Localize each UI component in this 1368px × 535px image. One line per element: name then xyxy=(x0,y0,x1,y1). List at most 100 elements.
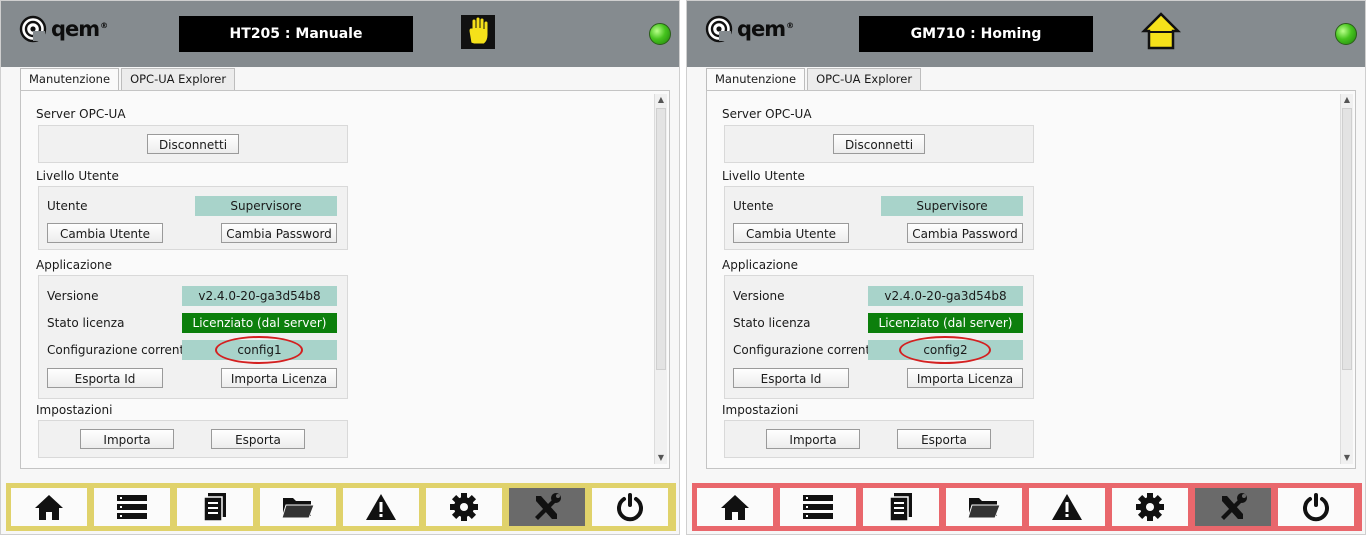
header-bar: qem® GM710 : Homing xyxy=(687,1,1365,67)
section-application: Applicazione xyxy=(722,258,799,272)
export-button[interactable]: Esporta xyxy=(211,429,305,449)
license-label: Stato licenza xyxy=(733,316,811,330)
hmi-panel-right: qem® GM710 : Homing Manutenzione OPC-UA … xyxy=(686,0,1366,535)
disconnect-button[interactable]: Disconnetti xyxy=(833,134,925,154)
status-led xyxy=(649,23,671,45)
documents-icon xyxy=(203,493,226,522)
change-user-button[interactable]: Cambia Utente xyxy=(47,223,163,243)
bottom-nav-bar xyxy=(6,483,676,531)
qem-logo-mark-icon xyxy=(705,15,733,43)
list-icon xyxy=(803,495,833,519)
warning-icon xyxy=(1052,494,1082,520)
hand-icon xyxy=(461,15,495,49)
scroll-thumb[interactable] xyxy=(656,108,666,370)
scroll-thumb[interactable] xyxy=(1342,108,1352,370)
config-value: config1 xyxy=(182,340,337,360)
license-status-value: Licenziato (dal server) xyxy=(868,313,1023,333)
folder-icon xyxy=(967,498,1001,519)
qem-logo: qem® xyxy=(705,15,794,43)
bottom-nav-bar xyxy=(692,483,1362,531)
nav-tools-button[interactable] xyxy=(509,488,585,526)
nav-list-button[interactable] xyxy=(780,488,856,526)
folder-icon xyxy=(281,498,315,519)
export-id-button[interactable]: Esporta Id xyxy=(47,368,163,388)
home-outline-icon xyxy=(1141,12,1181,50)
user-value: Supervisore xyxy=(881,196,1023,216)
export-button[interactable]: Esporta xyxy=(897,429,991,449)
nav-tools-button[interactable] xyxy=(1195,488,1271,526)
hmi-panel-left: qem® HT205 : Manuale Manutenzione OPC-UA… xyxy=(0,0,680,535)
list-icon xyxy=(117,495,147,519)
home-icon xyxy=(35,495,63,520)
user-group: Utente Supervisore Cambia Utente Cambia … xyxy=(38,186,348,250)
scroll-up-arrow-icon[interactable]: ▲ xyxy=(1341,94,1353,106)
import-license-button[interactable]: Importa Licenza xyxy=(221,368,337,388)
maintenance-content: Server OPC-UA Disconnetti Livello Utente… xyxy=(706,90,1356,469)
section-server-opcua: Server OPC-UA xyxy=(722,107,812,121)
import-license-button[interactable]: Importa Licenza xyxy=(907,368,1023,388)
warning-icon xyxy=(366,494,396,520)
section-server-opcua: Server OPC-UA xyxy=(36,107,126,121)
nav-folder-button[interactable] xyxy=(946,488,1022,526)
vertical-scrollbar[interactable]: ▲ ▼ xyxy=(654,94,667,464)
scroll-down-arrow-icon[interactable]: ▼ xyxy=(1341,452,1353,464)
section-settings: Impostazioni xyxy=(36,403,113,417)
section-application: Applicazione xyxy=(36,258,113,272)
nav-settings-button[interactable] xyxy=(426,488,502,526)
application-group: Versione v2.4.0-20-ga3d54b8 Stato licenz… xyxy=(724,275,1034,399)
user-label: Utente xyxy=(733,199,774,213)
nav-folder-button[interactable] xyxy=(260,488,336,526)
version-label: Versione xyxy=(733,289,785,303)
machine-title: GM710 : Homing xyxy=(859,16,1093,52)
change-user-button[interactable]: Cambia Utente xyxy=(733,223,849,243)
tab-manutenzione[interactable]: Manutenzione xyxy=(20,68,120,91)
nav-settings-button[interactable] xyxy=(1112,488,1188,526)
disconnect-button[interactable]: Disconnetti xyxy=(147,134,239,154)
user-label: Utente xyxy=(47,199,88,213)
home-icon xyxy=(721,495,749,520)
nav-documents-button[interactable] xyxy=(863,488,939,526)
server-group: Disconnetti xyxy=(724,125,1034,163)
change-password-button[interactable]: Cambia Password xyxy=(907,223,1023,243)
nav-home-button[interactable] xyxy=(697,488,773,526)
status-led xyxy=(1335,23,1357,45)
maintenance-content: Server OPC-UA Disconnetti Livello Utente… xyxy=(20,90,670,469)
power-icon xyxy=(1303,493,1329,522)
version-value: v2.4.0-20-ga3d54b8 xyxy=(182,286,337,306)
nav-power-button[interactable] xyxy=(1278,488,1354,526)
import-button[interactable]: Importa xyxy=(766,429,860,449)
export-id-button[interactable]: Esporta Id xyxy=(733,368,849,388)
license-status-value: Licenziato (dal server) xyxy=(182,313,337,333)
logo-text: qem® xyxy=(737,17,794,41)
tab-manutenzione[interactable]: Manutenzione xyxy=(706,68,806,91)
config-value: config2 xyxy=(868,340,1023,360)
section-user-level: Livello Utente xyxy=(36,169,119,183)
power-icon xyxy=(617,493,643,522)
tab-opcua-explorer[interactable]: OPC-UA Explorer xyxy=(807,68,922,90)
gear-icon xyxy=(1136,493,1164,521)
section-settings: Impostazioni xyxy=(722,403,799,417)
nav-warning-button[interactable] xyxy=(343,488,419,526)
license-label: Stato licenza xyxy=(47,316,125,330)
settings-group: Importa Esporta xyxy=(38,420,348,458)
tools-icon xyxy=(535,493,561,520)
application-group: Versione v2.4.0-20-ga3d54b8 Stato licenz… xyxy=(38,275,348,399)
nav-list-button[interactable] xyxy=(94,488,170,526)
change-password-button[interactable]: Cambia Password xyxy=(221,223,337,243)
nav-power-button[interactable] xyxy=(592,488,668,526)
vertical-scrollbar[interactable]: ▲ ▼ xyxy=(1340,94,1353,464)
nav-documents-button[interactable] xyxy=(177,488,253,526)
config-label: Configurazione corrente xyxy=(733,343,878,357)
tools-icon xyxy=(1221,493,1247,520)
section-user-level: Livello Utente xyxy=(722,169,805,183)
settings-group: Importa Esporta xyxy=(724,420,1034,458)
nav-home-button[interactable] xyxy=(11,488,87,526)
machine-title: HT205 : Manuale xyxy=(179,16,413,52)
import-button[interactable]: Importa xyxy=(80,429,174,449)
scroll-up-arrow-icon[interactable]: ▲ xyxy=(655,94,667,106)
version-value: v2.4.0-20-ga3d54b8 xyxy=(868,286,1023,306)
nav-warning-button[interactable] xyxy=(1029,488,1105,526)
scroll-down-arrow-icon[interactable]: ▼ xyxy=(655,452,667,464)
tab-opcua-explorer[interactable]: OPC-UA Explorer xyxy=(121,68,236,90)
tab-bar: Manutenzione OPC-UA Explorer xyxy=(706,68,923,91)
